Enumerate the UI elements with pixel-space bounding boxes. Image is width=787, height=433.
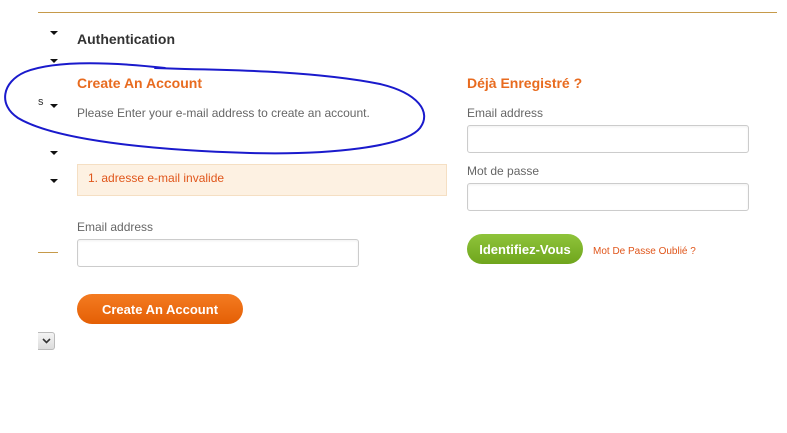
login-email-label: Email address: [467, 106, 544, 120]
sidebar-select[interactable]: [38, 332, 55, 350]
login-button[interactable]: Identifiez-Vous: [467, 234, 583, 264]
create-account-heading: Create An Account: [77, 75, 202, 91]
caret-down-icon[interactable]: [50, 31, 58, 35]
annotation-scribble: [4, 62, 426, 155]
caret-down-icon[interactable]: [50, 151, 58, 155]
login-email-input[interactable]: [467, 125, 749, 153]
chevron-down-icon: [41, 338, 51, 344]
create-email-label: Email address: [77, 220, 154, 234]
error-message: 1. adresse e-mail invalide: [77, 164, 447, 196]
page-title: Authentication: [77, 31, 175, 47]
forgot-password-link[interactable]: Mot De Passe Oublié ?: [593, 246, 696, 257]
sidebar-fragment-label: s: [38, 96, 44, 108]
caret-down-icon[interactable]: [50, 104, 58, 108]
create-account-button[interactable]: Create An Account: [77, 294, 243, 324]
password-label: Mot de passe: [467, 164, 540, 178]
sidebar-divider: [38, 252, 58, 253]
login-heading: Déjà Enregistré ?: [467, 75, 583, 91]
top-divider: [38, 12, 777, 13]
create-account-intro: Please Enter your e-mail address to crea…: [77, 106, 370, 120]
caret-down-icon[interactable]: [50, 179, 58, 183]
create-email-input[interactable]: [77, 239, 359, 267]
password-input[interactable]: [467, 183, 749, 211]
error-text: 1. adresse e-mail invalide: [88, 171, 225, 185]
caret-down-icon[interactable]: [50, 59, 58, 63]
